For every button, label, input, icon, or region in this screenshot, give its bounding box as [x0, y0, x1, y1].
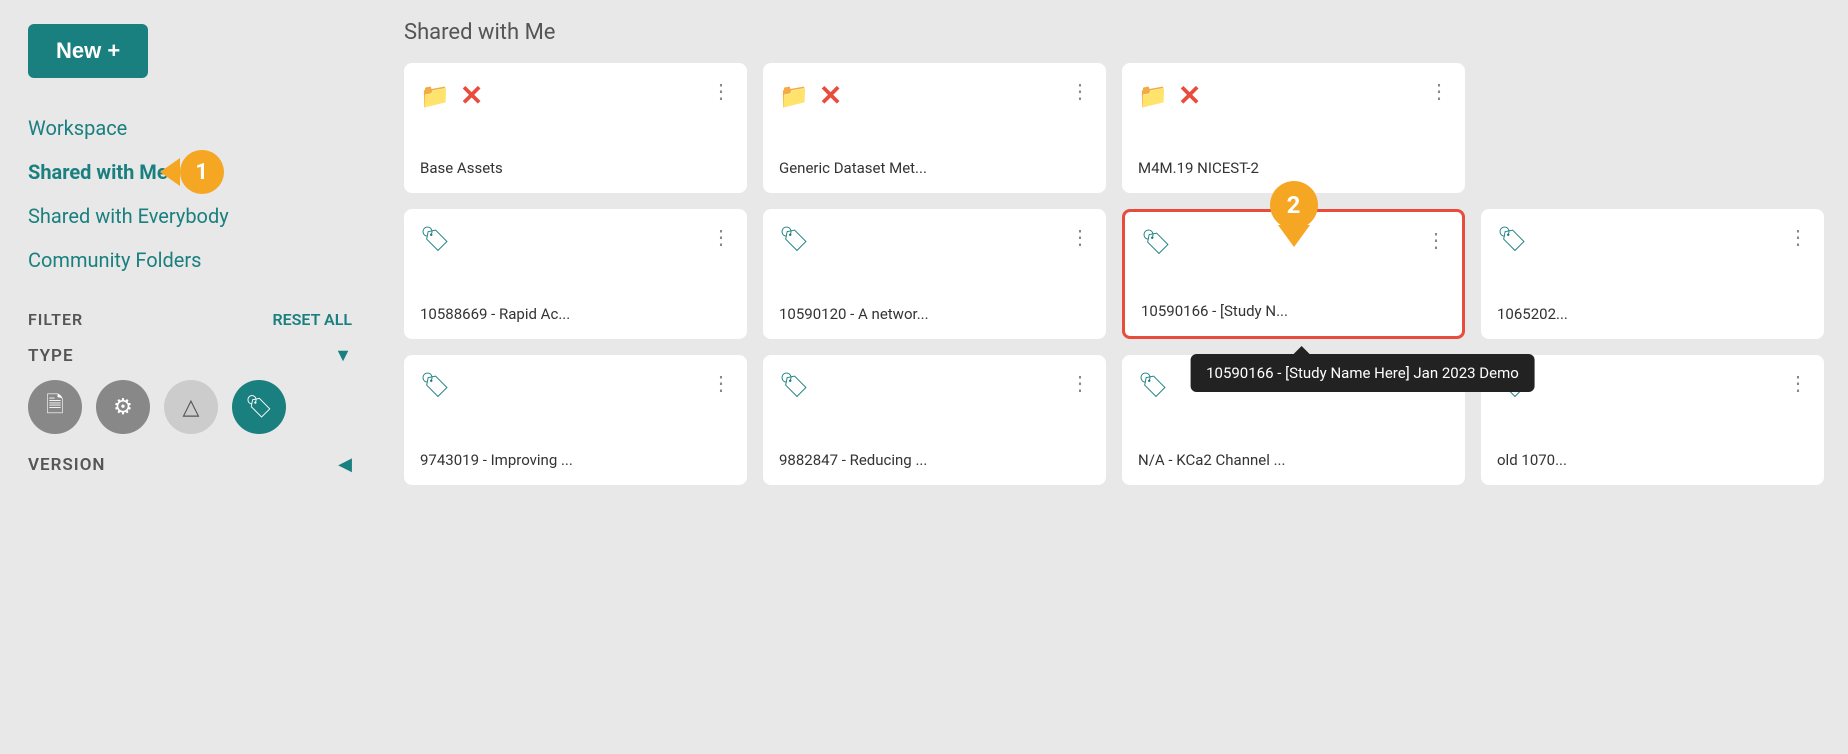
badge-2: 1 2: [1270, 181, 1318, 229]
card-menu-icon[interactable]: ⋮: [1788, 225, 1808, 249]
sidebar: New + Workspace Shared with Me 1 Shared …: [0, 0, 380, 754]
card-menu-icon[interactable]: ⋮: [1070, 79, 1090, 103]
card-menu-icon[interactable]: ⋮: [711, 79, 731, 103]
card-label: old 1070...: [1497, 451, 1808, 469]
new-button[interactable]: New +: [28, 24, 148, 78]
type-model-button[interactable]: △: [164, 380, 218, 434]
sidebar-nav: Workspace Shared with Me 1 Shared with E…: [28, 106, 352, 282]
reset-all-button[interactable]: RESET ALL: [272, 310, 352, 329]
folder-icon: 📁: [1138, 82, 1168, 110]
tag-icon: 🏷: [420, 225, 450, 253]
card-menu-icon[interactable]: ⋮: [711, 371, 731, 395]
tag-icon: 🏷: [1497, 225, 1527, 253]
card-label: 10590120 - A networ...: [779, 305, 1090, 323]
card-10590120[interactable]: 🏷 ⋮ 10590120 - A networ...: [763, 209, 1106, 339]
card-menu-icon[interactable]: ⋮: [711, 225, 731, 249]
card-10588669[interactable]: 🏷 ⋮ 10588669 - Rapid Ac...: [404, 209, 747, 339]
folder-icon: 📁: [420, 82, 450, 110]
version-label: VERSION: [28, 455, 105, 475]
card-label: N/A - KCa2 Channel ...: [1138, 451, 1449, 469]
card-label: 1065202...: [1497, 305, 1808, 323]
sidebar-item-community-folders[interactable]: Community Folders: [28, 238, 352, 282]
page-title: Shared with Me: [404, 20, 1824, 45]
card-m4m[interactable]: 📁 ✕ ⋮ M4M.19 NICEST-2: [1122, 63, 1465, 193]
card-label: Base Assets: [420, 159, 731, 177]
type-icons-group: 🗎 ⚙ △ 🏷: [28, 380, 352, 434]
cards-row-3: 🏷 ⋮ 9743019 - Improving ... 🏷 ⋮ 9882847 …: [404, 355, 1824, 485]
card-label: 9882847 - Reducing ...: [779, 451, 1090, 469]
tag-icon: 🏷: [1138, 371, 1168, 399]
badge-2-wrapper: 1 2: [1270, 181, 1318, 229]
cards-row-1: 📁 ✕ ⋮ Base Assets 📁 ✕ ⋮ Generic Dataset …: [404, 63, 1824, 193]
card-label: 10588669 - Rapid Ac...: [420, 305, 731, 323]
type-dataset-button[interactable]: ⚙: [96, 380, 150, 434]
cards-row-2: 🏷 ⋮ 10588669 - Rapid Ac... 🏷 ⋮ 10590120 …: [404, 209, 1824, 339]
filter-label: FILTER: [28, 310, 83, 329]
card-10652027[interactable]: 🏷 ⋮ 1065202...: [1481, 209, 1824, 339]
card-menu-icon[interactable]: ⋮: [1426, 228, 1446, 252]
card-menu-icon[interactable]: ⋮: [1070, 225, 1090, 249]
tooltip: 10590166 - [Study Name Here] Jan 2023 De…: [1190, 354, 1535, 392]
card-label: Generic Dataset Met...: [779, 159, 1090, 177]
card-label: 9743019 - Improving ...: [420, 451, 731, 469]
tag-icon: 🏷: [420, 371, 450, 399]
remove-icon[interactable]: ✕: [460, 79, 483, 112]
type-tag-button[interactable]: 🏷: [232, 380, 286, 434]
main-content: Shared with Me 📁 ✕ ⋮ Base Assets 📁 ✕ ⋮ G…: [380, 0, 1848, 754]
badge-1: 1: [180, 150, 224, 194]
type-chevron-icon[interactable]: ▼: [334, 345, 352, 366]
folder-icon: 📁: [779, 82, 809, 110]
sidebar-item-shared-with-me[interactable]: Shared with Me: [28, 150, 168, 194]
tag-icon: 🏷: [1141, 228, 1171, 256]
card-base-assets[interactable]: 📁 ✕ ⋮ Base Assets: [404, 63, 747, 193]
tag-icon: 🏷: [779, 225, 809, 253]
tag-icon: 🏷: [779, 371, 809, 399]
highlighted-card-wrapper: 1 2 🏷 ⋮ 10590166 - [Study N... 10590166 …: [1122, 209, 1465, 339]
type-label: TYPE: [28, 346, 74, 366]
card-label: M4M.19 NICEST-2: [1138, 159, 1449, 177]
filter-section: FILTER RESET ALL TYPE ▼ 🗎 ⚙ △ 🏷 VERSION …: [28, 310, 352, 475]
sidebar-item-shared-with-everybody[interactable]: Shared with Everybody: [28, 194, 352, 238]
remove-icon[interactable]: ✕: [1178, 79, 1201, 112]
card-menu-icon[interactable]: ⋮: [1070, 371, 1090, 395]
card-menu-icon[interactable]: ⋮: [1788, 371, 1808, 395]
remove-icon[interactable]: ✕: [819, 79, 842, 112]
sidebar-item-workspace[interactable]: Workspace: [28, 106, 352, 150]
version-chevron-icon[interactable]: ◀: [338, 454, 352, 475]
card-label: 10590166 - [Study N...: [1141, 302, 1446, 320]
card-9882847[interactable]: 🏷 ⋮ 9882847 - Reducing ...: [763, 355, 1106, 485]
card-generic-dataset[interactable]: 📁 ✕ ⋮ Generic Dataset Met...: [763, 63, 1106, 193]
type-document-button[interactable]: 🗎: [28, 380, 82, 434]
card-9743019[interactable]: 🏷 ⋮ 9743019 - Improving ...: [404, 355, 747, 485]
card-menu-icon[interactable]: ⋮: [1429, 79, 1449, 103]
